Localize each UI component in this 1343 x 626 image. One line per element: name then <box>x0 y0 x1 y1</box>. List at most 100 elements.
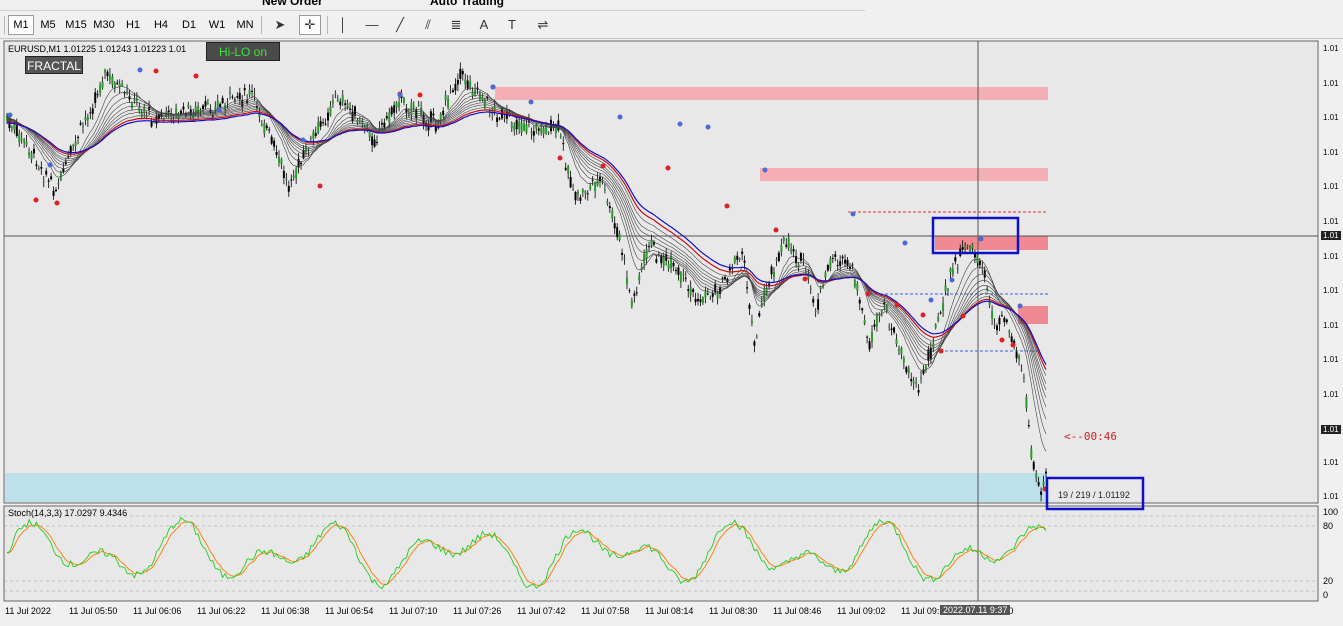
candle-body <box>23 139 26 143</box>
timeframe-m15[interactable]: M15 <box>64 16 88 34</box>
horizontal-line-icon[interactable]: — <box>362 16 382 34</box>
candle-body <box>1027 425 1030 427</box>
candle-body <box>915 382 918 384</box>
candle-body <box>1020 369 1023 371</box>
price-tick-label: 1.01 <box>1323 390 1339 399</box>
timeframe-m30[interactable]: M30 <box>92 16 116 34</box>
candle-body <box>846 259 849 266</box>
toolbar-separator <box>4 16 5 34</box>
candle-body <box>755 336 758 338</box>
candle-body <box>45 170 48 175</box>
chart-window[interactable]: EURUSD,M1 1.01225 1.01243 1.01223 1.01 F… <box>0 40 1343 626</box>
vertical-line-icon[interactable]: │ <box>333 16 353 34</box>
crosshair-icon[interactable]: ✛ <box>299 15 321 35</box>
candle-body <box>736 255 739 260</box>
candle-body <box>905 367 908 373</box>
fractal-up-marker <box>7 112 13 118</box>
candle-body <box>461 71 464 75</box>
candle-body <box>270 136 273 144</box>
candle-body <box>221 97 224 104</box>
candle-body <box>844 259 847 264</box>
candle-body <box>826 265 829 271</box>
candle-body <box>895 339 898 345</box>
candle-body <box>77 136 80 138</box>
stochastic-label: Stoch(14,3,3) 17.0297 9.4346 <box>8 508 128 518</box>
shapes-icon[interactable]: ⇌ <box>533 16 553 34</box>
candle-body <box>692 289 695 292</box>
candle-body <box>324 123 327 125</box>
candle-body <box>946 289 949 291</box>
candle-body <box>964 246 967 248</box>
timeframe-h1[interactable]: H1 <box>121 16 145 34</box>
candle-body <box>248 90 251 95</box>
price-tick-label: 1.01 <box>1323 113 1339 122</box>
candle-body <box>689 287 692 296</box>
fractal-button[interactable]: FRACTAL <box>25 56 83 74</box>
candle-body <box>711 293 714 297</box>
info-box-text: 19 / 219 / 1.01192 <box>1058 490 1130 500</box>
text-icon[interactable]: A <box>474 16 494 34</box>
candle-body <box>817 299 820 310</box>
candle-body <box>532 131 535 136</box>
timeframe-mn[interactable]: MN <box>233 16 257 34</box>
candle-body <box>652 242 655 245</box>
candle-body <box>444 94 447 100</box>
candle-body <box>341 95 344 102</box>
support-zone <box>5 473 1047 502</box>
time-tick-label: 11 Jul 06:38 <box>261 606 310 616</box>
timeframe-m5[interactable]: M5 <box>36 16 60 34</box>
hilo-toggle-button[interactable]: Hi-LO on <box>206 42 280 61</box>
timeframe-m1[interactable]: M1 <box>8 15 34 35</box>
auto-trading-button[interactable]: Auto Trading <box>430 0 504 8</box>
price-chart[interactable] <box>0 40 1343 626</box>
candle-body <box>1035 473 1038 478</box>
candle-body <box>385 116 388 119</box>
candle-body <box>99 84 102 93</box>
candle-body <box>824 272 827 278</box>
candle-body <box>662 257 665 267</box>
timeframe-w1[interactable]: W1 <box>205 16 229 34</box>
candle-body <box>37 168 40 170</box>
fibonacci-icon[interactable]: ≣ <box>446 16 466 34</box>
candle-body <box>224 105 227 110</box>
trendline-icon[interactable]: ╱ <box>390 16 410 34</box>
candle-body <box>780 245 783 252</box>
candle-body <box>390 107 393 115</box>
candle-body <box>130 103 133 108</box>
candle-body <box>42 181 45 183</box>
candle-body <box>819 287 822 290</box>
price-tick-label: 1.01 <box>1323 492 1339 501</box>
candle-body <box>111 76 114 85</box>
new-order-button[interactable]: New Order <box>262 0 323 8</box>
channel-icon[interactable]: ⫽ <box>418 16 438 34</box>
candle-body <box>179 110 182 114</box>
text-label-icon[interactable]: T <box>502 16 522 34</box>
candle-body <box>442 110 445 116</box>
candle-body <box>606 201 609 204</box>
fractal-up-marker <box>762 167 768 173</box>
candle-body <box>758 313 761 317</box>
time-tick-label: 11 Jul 2022 <box>5 606 51 616</box>
candle-body <box>20 138 23 141</box>
candle-body <box>542 128 545 134</box>
timeframe-h4[interactable]: H4 <box>149 16 173 34</box>
candle-body <box>498 118 501 120</box>
candle-body <box>949 268 952 272</box>
candle-body <box>674 270 677 272</box>
candle-body <box>287 185 290 192</box>
candle-body <box>314 132 317 136</box>
candle-body <box>873 324 876 327</box>
candle-body <box>515 120 518 130</box>
candle-body <box>368 131 371 138</box>
time-tick-label: 11 Jul 05:50 <box>69 606 118 616</box>
candle-body <box>900 347 903 355</box>
candle-body <box>572 189 575 191</box>
candle-body <box>456 79 459 85</box>
candle-body <box>1008 330 1011 333</box>
cursor-icon[interactable]: ➤ <box>270 16 290 34</box>
candle-body <box>89 112 92 114</box>
candle-body <box>586 193 589 195</box>
candle-body <box>253 93 256 95</box>
timeframe-d1[interactable]: D1 <box>177 16 201 34</box>
bar-countdown: <--00:46 <box>1064 430 1117 443</box>
